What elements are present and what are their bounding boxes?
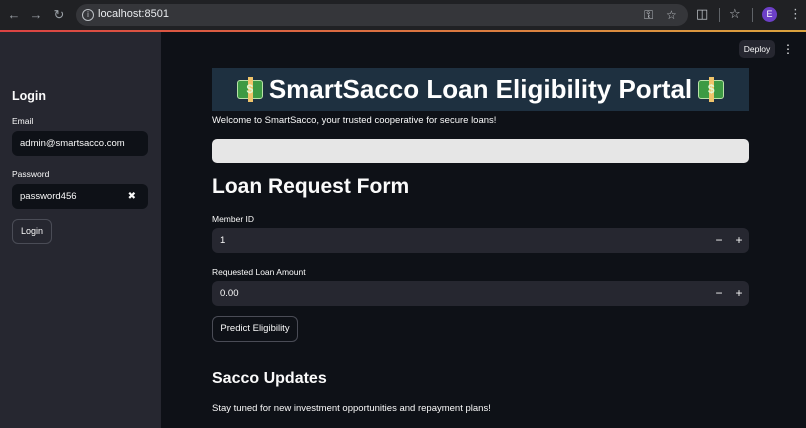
profile-avatar[interactable]: E	[762, 7, 777, 22]
password-key-icon[interactable]: ⚿	[644, 8, 653, 23]
bookmark-star-icon[interactable]: ☆	[666, 8, 677, 22]
address-bar[interactable]: i localhost:8501 ⚿ ☆	[76, 4, 688, 26]
extensions-icon[interactable]: ◫	[696, 7, 708, 22]
money-icon	[698, 77, 725, 102]
increment-button[interactable]: +	[729, 281, 749, 306]
member-id-label: Member ID	[212, 214, 255, 224]
predict-eligibility-button[interactable]: Predict Eligibility	[212, 316, 298, 342]
info-banner	[212, 139, 749, 163]
portal-banner: SmartSacco Loan Eligibility Portal	[212, 68, 749, 111]
money-icon	[236, 77, 263, 102]
url-text[interactable]: localhost:8501	[98, 8, 169, 20]
kebab-menu-icon[interactable]: ⋮	[782, 40, 794, 58]
member-id-value: 1	[220, 235, 226, 246]
loan-amount-value: 0.00	[220, 288, 239, 299]
login-title: Login	[12, 89, 47, 103]
updates-title: Sacco Updates	[212, 370, 327, 387]
password-label: Password	[12, 169, 50, 179]
decrement-button[interactable]: −	[709, 228, 729, 253]
increment-button[interactable]: +	[729, 228, 749, 253]
loan-amount-label: Requested Loan Amount	[212, 267, 306, 277]
reload-icon[interactable]: ↻	[51, 7, 67, 23]
page-title: SmartSacco Loan Eligibility Portal	[268, 74, 693, 104]
toolbar-divider	[752, 8, 753, 22]
site-info-icon[interactable]: i	[82, 9, 94, 21]
password-field[interactable]: password456 ✖	[12, 184, 148, 209]
forward-icon[interactable]: →	[28, 7, 44, 23]
member-id-input[interactable]: 1 − +	[212, 228, 749, 253]
deploy-button[interactable]: Deploy	[739, 40, 775, 58]
eye-slash-icon[interactable]: ✖	[128, 184, 136, 209]
loan-amount-input[interactable]: 0.00 − +	[212, 281, 749, 306]
welcome-text: Welcome to SmartSacco, your trusted coop…	[212, 115, 497, 126]
back-icon[interactable]: ←	[6, 7, 22, 23]
password-value: password456	[20, 191, 77, 202]
email-label: Email	[12, 116, 34, 126]
email-value: admin@smartsacco.com	[20, 138, 125, 149]
decrement-button[interactable]: −	[709, 281, 729, 306]
browser-toolbar: ← → ↻ i localhost:8501 ⚿ ☆ ◫ ☆ E ⋮	[0, 0, 806, 30]
menu-icon[interactable]: ⋮	[789, 7, 802, 22]
sidebar: Login Email admin@smartsacco.com Passwor…	[0, 32, 161, 428]
email-field[interactable]: admin@smartsacco.com	[12, 131, 148, 156]
login-button[interactable]: Login	[12, 219, 52, 244]
toolbar-divider	[719, 8, 720, 22]
bookmarks-icon[interactable]: ☆	[729, 7, 741, 22]
updates-text: Stay tuned for new investment opportunit…	[212, 403, 491, 414]
form-title: Loan Request Form	[212, 175, 410, 198]
